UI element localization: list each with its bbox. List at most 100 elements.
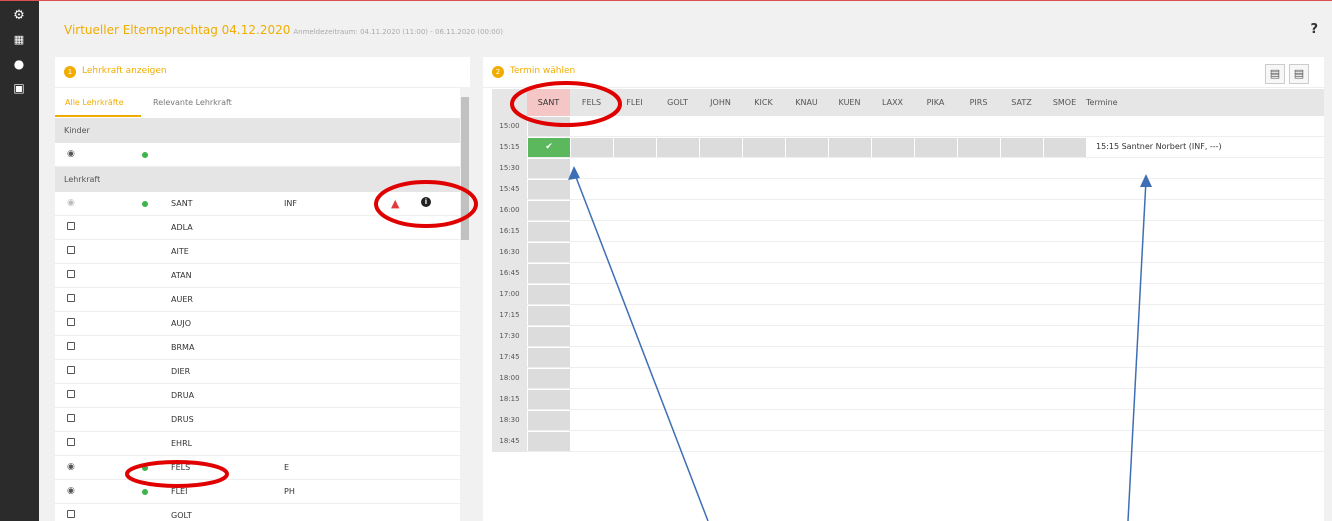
- help-button[interactable]: ?: [1310, 22, 1318, 37]
- teacher-row[interactable]: DIER: [55, 360, 470, 384]
- time-slot[interactable]: [528, 411, 570, 430]
- teacher-checkbox[interactable]: [67, 342, 79, 353]
- time-slot[interactable]: [915, 138, 957, 157]
- time-slot[interactable]: [786, 138, 828, 157]
- time-slot[interactable]: [528, 285, 570, 304]
- time-slot[interactable]: [528, 390, 570, 409]
- teacher-checkbox[interactable]: [67, 246, 79, 257]
- pdf-icon[interactable]: ▤: [1265, 64, 1285, 84]
- teacher-row[interactable]: ◉ FELS E: [55, 456, 470, 480]
- grid-row: 17:15: [492, 305, 1324, 326]
- time-slot[interactable]: [528, 159, 570, 178]
- appointment-panel-header: 2 Termin wählen ▤ ▤: [483, 57, 1324, 88]
- eye-icon[interactable]: ◉: [67, 198, 79, 208]
- section-teachers: Lehrkraft: [55, 167, 470, 192]
- time-label: 16:15: [492, 221, 527, 242]
- teacher-code: SANT: [171, 199, 193, 208]
- sidebar: ⚙ ▦ ● ▣: [0, 1, 39, 521]
- time-label: 15:45: [492, 179, 527, 200]
- teacher-row[interactable]: BRMA: [55, 336, 470, 360]
- appointment-panel-title: Termin wählen: [510, 66, 576, 76]
- time-label: 15:30: [492, 158, 527, 179]
- time-slot[interactable]: [872, 138, 914, 157]
- grid-column-header: PIKA: [926, 98, 945, 107]
- time-slot[interactable]: [1001, 138, 1043, 157]
- status-dot: [142, 489, 148, 495]
- time-label: 18:45: [492, 431, 527, 452]
- chat-icon[interactable]: ●: [8, 55, 30, 73]
- time-slot[interactable]: [571, 138, 613, 157]
- teacher-code: EHRL: [171, 439, 193, 448]
- time-slot[interactable]: [528, 264, 570, 283]
- time-slot[interactable]: [528, 369, 570, 388]
- calendar-icon[interactable]: ▦: [8, 31, 30, 49]
- teacher-checkbox[interactable]: [67, 222, 79, 233]
- time-slot[interactable]: [528, 180, 570, 199]
- page-title: Virtueller Elternsprechtag 04.12.2020 Anm…: [64, 23, 503, 37]
- teacher-checkbox[interactable]: [67, 510, 79, 521]
- teacher-code: DRUS: [171, 415, 194, 424]
- page-header: Virtueller Elternsprechtag 04.12.2020 Anm…: [39, 1, 1332, 43]
- eye-icon[interactable]: ◉: [67, 486, 79, 496]
- time-slot[interactable]: [657, 138, 699, 157]
- tab-relevant-teacher[interactable]: Relevante Lehrkraft: [153, 98, 232, 107]
- dashboard-icon[interactable]: ⚙: [8, 7, 30, 25]
- time-slot[interactable]: [528, 201, 570, 220]
- time-slot[interactable]: [829, 138, 871, 157]
- time-slot[interactable]: [700, 138, 742, 157]
- time-slot[interactable]: [528, 117, 570, 136]
- time-slot[interactable]: [1044, 138, 1086, 157]
- time-slot[interactable]: [528, 327, 570, 346]
- active-tab-indicator: [55, 115, 141, 117]
- teacher-row[interactable]: ◉ SANT INF ▲ i: [55, 192, 470, 216]
- time-label: 17:45: [492, 347, 527, 368]
- teacher-row[interactable]: AUER: [55, 288, 470, 312]
- tab-all-teachers[interactable]: Alle Lehrkräfte: [65, 98, 124, 107]
- time-slot[interactable]: [528, 432, 570, 451]
- time-slot[interactable]: [614, 138, 656, 157]
- time-slot[interactable]: [528, 222, 570, 241]
- teacher-panel-header: 1 Lehrkraft anzeigen: [55, 57, 470, 88]
- time-slot[interactable]: [528, 243, 570, 262]
- teacher-checkbox[interactable]: [67, 414, 79, 425]
- teacher-checkbox[interactable]: [67, 270, 79, 281]
- time-label: 18:00: [492, 368, 527, 389]
- book-icon[interactable]: ▣: [8, 79, 30, 97]
- booked-slot[interactable]: ✔: [528, 138, 570, 157]
- time-slot[interactable]: [958, 138, 1000, 157]
- teacher-row[interactable]: AITE: [55, 240, 470, 264]
- teacher-panel-title: Lehrkraft anzeigen: [82, 66, 167, 76]
- warning-icon[interactable]: ▲: [391, 197, 399, 210]
- teacher-tabs: Alle Lehrkräfte Relevante Lehrkraft: [55, 88, 470, 118]
- grid-row: 15:30: [492, 158, 1324, 179]
- time-slot[interactable]: [743, 138, 785, 157]
- teacher-row[interactable]: ATAN: [55, 264, 470, 288]
- eye-icon[interactable]: ◉: [67, 462, 79, 472]
- grid-row: 17:45: [492, 347, 1324, 368]
- teacher-row[interactable]: DRUS: [55, 408, 470, 432]
- time-label: 17:00: [492, 284, 527, 305]
- grid-row: 18:45: [492, 431, 1324, 452]
- teacher-row[interactable]: AUJO: [55, 312, 470, 336]
- time-label: 17:30: [492, 326, 527, 347]
- teacher-row[interactable]: GOLT: [55, 504, 470, 521]
- info-icon[interactable]: i: [421, 197, 431, 207]
- teacher-row[interactable]: ADLA: [55, 216, 470, 240]
- teacher-checkbox[interactable]: [67, 390, 79, 401]
- time-slot[interactable]: [528, 306, 570, 325]
- time-slot[interactable]: [528, 348, 570, 367]
- booked-appointment-text: 15:15 Santner Norbert (INF, ---): [1096, 142, 1222, 151]
- teacher-checkbox[interactable]: [67, 318, 79, 329]
- teacher-row[interactable]: DRUA: [55, 384, 470, 408]
- grid-column-header: FLEI: [626, 98, 643, 107]
- teacher-row[interactable]: ◉ FLEI PH: [55, 480, 470, 504]
- teacher-checkbox[interactable]: [67, 366, 79, 377]
- grid-row: 18:15: [492, 389, 1324, 410]
- eye-icon[interactable]: ◉: [67, 149, 79, 159]
- teacher-checkbox[interactable]: [67, 294, 79, 305]
- teacher-row[interactable]: EHRL: [55, 432, 470, 456]
- scrollbar-thumb[interactable]: [461, 97, 469, 240]
- teacher-checkbox[interactable]: [67, 438, 79, 449]
- print-icon[interactable]: ▤: [1289, 64, 1309, 84]
- step-number: 1: [64, 66, 76, 78]
